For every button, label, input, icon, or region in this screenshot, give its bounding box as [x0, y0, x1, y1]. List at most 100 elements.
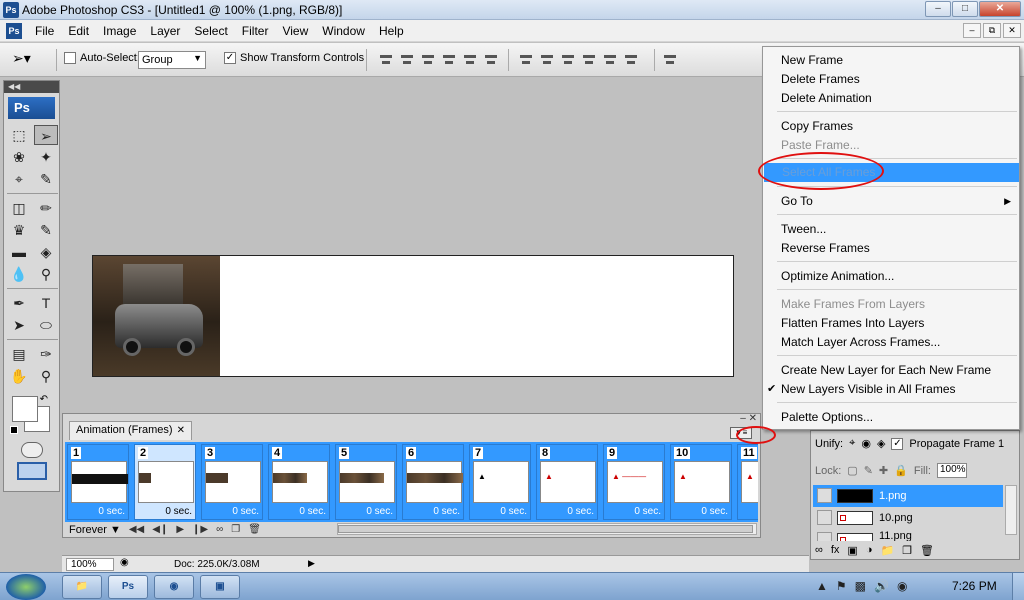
clone-stamp-tool-icon[interactable]: ♛: [7, 220, 31, 240]
photoshop-taskbar-button[interactable]: Ps: [108, 575, 148, 599]
menu-item-new-frame[interactable]: New Frame: [763, 51, 1019, 70]
foreground-color-swatch[interactable]: [12, 396, 38, 422]
doc-minimize-button[interactable]: –: [963, 23, 981, 38]
animation-frames-tab[interactable]: Animation (Frames) ✕: [69, 421, 192, 440]
doc-restore-button[interactable]: ⧉: [983, 23, 1001, 38]
frame-delay[interactable]: 0 sec.: [500, 506, 527, 517]
loop-options-dropdown[interactable]: Forever ▼: [69, 524, 121, 536]
menu-layer[interactable]: Layer: [143, 24, 187, 38]
duplicate-frame-icon[interactable]: ❐: [231, 524, 240, 535]
show-desktop-button[interactable]: [1012, 573, 1024, 600]
tween-icon[interactable]: ∞: [216, 524, 223, 535]
visibility-toggle[interactable]: [817, 532, 832, 541]
menu-select[interactable]: Select: [187, 24, 234, 38]
explorer-taskbar-button[interactable]: 📁: [62, 575, 102, 599]
slice-tool-icon[interactable]: ✎: [34, 169, 58, 189]
menu-item-match-layer[interactable]: Match Layer Across Frames...: [763, 333, 1019, 352]
unify-visibility-icon[interactable]: ◉: [861, 437, 871, 450]
animation-frame[interactable]: 2 0 sec.: [134, 444, 196, 520]
taskbar-clock[interactable]: 7:26 PM: [952, 579, 997, 593]
volume-icon[interactable]: 🔊: [874, 579, 889, 593]
visibility-toggle[interactable]: [817, 510, 832, 525]
menu-filter[interactable]: Filter: [235, 24, 276, 38]
frame-delay[interactable]: 0 sec.: [433, 506, 460, 517]
menu-item-delete-animation[interactable]: Delete Animation: [763, 89, 1019, 108]
notes-tool-icon[interactable]: ▤: [7, 344, 31, 364]
status-icon[interactable]: ◉: [120, 557, 129, 568]
play-icon[interactable]: ▶: [176, 524, 184, 535]
close-button[interactable]: ✕: [979, 1, 1021, 17]
type-tool-icon[interactable]: T: [34, 293, 58, 313]
flag-icon[interactable]: ⚑: [836, 579, 847, 593]
next-frame-icon[interactable]: ❙▶: [192, 524, 208, 535]
animation-frame[interactable]: 10 ▲ 0 sec.: [670, 444, 732, 520]
zoom-tool-icon[interactable]: ⚲: [34, 366, 58, 386]
visibility-toggle[interactable]: [817, 488, 832, 503]
animation-frame[interactable]: 6 0 sec.: [402, 444, 464, 520]
lasso-tool-icon[interactable]: ❀: [7, 147, 31, 167]
distribute-bottom-icon[interactable]: [560, 52, 576, 68]
frame-delay[interactable]: 0 sec.: [232, 506, 259, 517]
menu-item-reverse-frames[interactable]: Reverse Frames: [763, 239, 1019, 258]
minimize-button[interactable]: –: [925, 1, 951, 17]
new-group-icon[interactable]: 📁: [880, 544, 894, 557]
toolbox-grip[interactable]: ◀◀: [4, 81, 59, 93]
screen-mode-button[interactable]: [16, 462, 47, 480]
animation-frame[interactable]: 11 ▲: [737, 444, 758, 520]
document-canvas[interactable]: [92, 255, 734, 377]
menu-item-optimize-animation[interactable]: Optimize Animation...: [763, 267, 1019, 286]
layer-row[interactable]: 10.png: [813, 507, 1003, 529]
default-colors-icon[interactable]: [10, 426, 18, 434]
menu-edit[interactable]: Edit: [61, 24, 96, 38]
link-layers-icon[interactable]: ∞: [815, 544, 823, 557]
animation-frame[interactable]: 5 0 sec.: [335, 444, 397, 520]
frame-delay[interactable]: 0 sec.: [634, 506, 661, 517]
animation-frame[interactable]: 9 ▲ ——— 0 sec.: [603, 444, 665, 520]
document-icon[interactable]: Ps: [6, 23, 22, 39]
move-tool-preset-icon[interactable]: ➢▾: [12, 50, 31, 67]
move-tool-icon[interactable]: ➢: [34, 125, 58, 145]
align-right-icon[interactable]: [483, 52, 499, 68]
menu-item-palette-options[interactable]: Palette Options...: [763, 408, 1019, 427]
animation-frame[interactable]: 7 ▲ 0 sec.: [469, 444, 531, 520]
status-menu-arrow-icon[interactable]: ▶: [308, 558, 315, 569]
device-icon[interactable]: ▩: [855, 579, 866, 593]
ellipse-tool-icon[interactable]: ⬭: [34, 315, 58, 335]
auto-select-checkbox[interactable]: [64, 52, 76, 64]
magic-wand-tool-icon[interactable]: ✦: [34, 147, 58, 167]
layer-mask-icon[interactable]: ▣: [847, 544, 857, 557]
swap-colors-icon[interactable]: ↶: [40, 394, 48, 405]
menu-window[interactable]: Window: [315, 24, 372, 38]
lock-position-icon[interactable]: ✚: [879, 464, 888, 477]
previous-frame-icon[interactable]: ◀❙: [152, 524, 168, 535]
photoshop-logo[interactable]: Ps: [8, 97, 55, 119]
crop-tool-icon[interactable]: ⌖: [7, 169, 31, 189]
distribute-vcenter-icon[interactable]: [539, 52, 555, 68]
align-bottom-icon[interactable]: [420, 52, 436, 68]
scrollbar-thumb[interactable]: [338, 525, 753, 533]
signal-icon[interactable]: ▲: [816, 579, 828, 593]
animation-frame[interactable]: 3 0 sec.: [201, 444, 263, 520]
marquee-tool-icon[interactable]: ⬚: [7, 125, 31, 145]
animation-frame[interactable]: 4 0 sec.: [268, 444, 330, 520]
lock-image-icon[interactable]: ✎: [864, 464, 873, 477]
new-layer-icon[interactable]: ❐: [902, 544, 912, 557]
panel-minimize-close-icons[interactable]: – ✕: [740, 413, 757, 424]
align-vcenter-icon[interactable]: [399, 52, 415, 68]
unify-position-icon[interactable]: ⌖: [849, 437, 855, 450]
frame-delay[interactable]: 0 sec.: [701, 506, 728, 517]
paint-bucket-tool-icon[interactable]: ◈: [34, 242, 58, 262]
menu-item-copy-frames[interactable]: Copy Frames: [763, 117, 1019, 136]
unify-style-icon[interactable]: ◈: [877, 437, 885, 450]
distribute-right-icon[interactable]: [623, 52, 639, 68]
layer-row[interactable]: 1.png: [813, 485, 1003, 507]
frame-delay[interactable]: 0 sec.: [366, 506, 393, 517]
fill-input[interactable]: 100%: [936, 463, 967, 478]
menu-item-delete-frames[interactable]: Delete Frames: [763, 70, 1019, 89]
dodge-tool-icon[interactable]: ⚲: [34, 264, 58, 284]
propagate-frame-checkbox[interactable]: ✓: [891, 437, 904, 450]
healing-brush-tool-icon[interactable]: ◫: [7, 198, 31, 218]
frame-delay[interactable]: 0 sec.: [299, 506, 326, 517]
menu-item-new-layers-visible[interactable]: ✔ New Layers Visible in All Frames: [763, 380, 1019, 399]
adjustment-layer-icon[interactable]: ◑: [866, 544, 873, 557]
